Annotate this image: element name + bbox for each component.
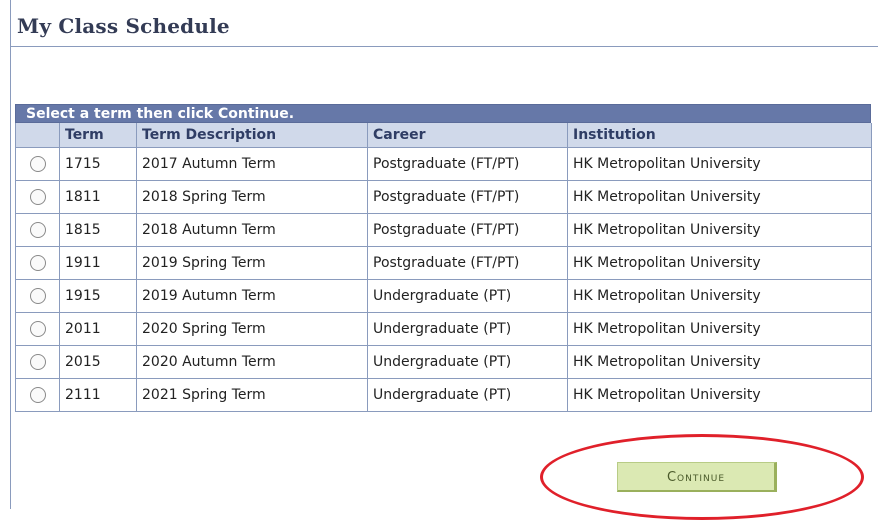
page-title: My Class Schedule <box>17 14 230 38</box>
table-row: 2015 2020 Autumn Term Undergraduate (PT) HK… <box>15 344 872 379</box>
institution-cell: HK Metropolitan University <box>567 377 872 412</box>
row-select-cell <box>15 179 60 214</box>
term-cell: 1811 <box>59 179 137 214</box>
institution-cell: HK Metropolitan University <box>567 344 872 379</box>
term-description-cell: 2020 Spring Term <box>136 311 368 346</box>
column-header-select <box>15 123 60 148</box>
term-radio-button[interactable] <box>29 386 46 403</box>
institution-cell: HK Metropolitan University <box>567 311 872 346</box>
term-description-cell: 2019 Autumn Term <box>136 278 368 313</box>
term-description-cell: 2019 Spring Term <box>136 245 368 280</box>
term-selection-grid: Select a term then click Continue. Term … <box>15 104 872 412</box>
table-row: 1715 2017 Autumn Term Postgraduate (FT/PT)… <box>15 146 872 181</box>
term-radio-button[interactable] <box>29 320 46 337</box>
column-header-term: Term <box>59 123 137 148</box>
institution-cell: HK Metropolitan University <box>567 179 872 214</box>
term-cell: 1911 <box>59 245 137 280</box>
grid-instruction: Select a term then click Continue. <box>15 104 871 123</box>
career-cell: Undergraduate (PT) <box>367 311 568 346</box>
term-description-cell: 2018 Autumn Term <box>136 212 368 247</box>
table-header-row: Term Term Description Career Institution <box>15 123 872 148</box>
institution-cell: HK Metropolitan University <box>567 278 872 313</box>
row-select-cell <box>15 344 60 379</box>
row-select-cell <box>15 377 60 412</box>
career-cell: Undergraduate (PT) <box>367 377 568 412</box>
table-row: 2011 2020 Spring Term Undergraduate (PT) HK… <box>15 311 872 346</box>
term-cell: 2111 <box>59 377 137 412</box>
term-radio-button[interactable] <box>29 188 46 205</box>
institution-cell: HK Metropolitan University <box>567 245 872 280</box>
column-header-term-description: Term Description <box>136 123 368 148</box>
title-divider <box>11 46 878 47</box>
table-row: 1915 2019 Autumn Term Undergraduate (PT) HK… <box>15 278 872 313</box>
institution-cell: HK Metropolitan University <box>567 212 872 247</box>
row-select-cell <box>15 245 60 280</box>
term-radio-button[interactable] <box>29 155 46 172</box>
institution-cell: HK Metropolitan University <box>567 146 872 181</box>
table-row: 1815 2018 Autumn Term Postgraduate (FT/PT)… <box>15 212 872 247</box>
term-radio-button[interactable] <box>29 254 46 271</box>
term-cell: 1815 <box>59 212 137 247</box>
table-row: 2111 2021 Spring Term Undergraduate (PT) HK… <box>15 377 872 412</box>
career-cell: Postgraduate (FT/PT) <box>367 212 568 247</box>
term-description-cell: 2017 Autumn Term <box>136 146 368 181</box>
term-radio-button[interactable] <box>29 221 46 238</box>
row-select-cell <box>15 278 60 313</box>
row-select-cell <box>15 212 60 247</box>
term-cell: 2011 <box>59 311 137 346</box>
term-cell: 1715 <box>59 146 137 181</box>
term-radio-button[interactable] <box>29 353 46 370</box>
left-border <box>10 0 11 509</box>
career-cell: Undergraduate (PT) <box>367 278 568 313</box>
table-row: 1911 2019 Spring Term Postgraduate (FT/PT)… <box>15 245 872 280</box>
career-cell: Undergraduate (PT) <box>367 344 568 379</box>
term-cell: 1915 <box>59 278 137 313</box>
term-table: Term Term Description Career Institution… <box>15 123 872 412</box>
term-description-cell: 2021 Spring Term <box>136 377 368 412</box>
row-select-cell <box>15 311 60 346</box>
term-description-cell: 2020 Autumn Term <box>136 344 368 379</box>
column-header-career: Career <box>367 123 568 148</box>
term-table-body: 1715 2017 Autumn Term Postgraduate (FT/PT)… <box>15 146 872 412</box>
term-description-cell: 2018 Spring Term <box>136 179 368 214</box>
table-row: 1811 2018 Spring Term Postgraduate (FT/PT)… <box>15 179 872 214</box>
continue-button[interactable]: Continue <box>617 462 777 492</box>
term-cell: 2015 <box>59 344 137 379</box>
term-radio-button[interactable] <box>29 287 46 304</box>
career-cell: Postgraduate (FT/PT) <box>367 146 568 181</box>
career-cell: Postgraduate (FT/PT) <box>367 245 568 280</box>
career-cell: Postgraduate (FT/PT) <box>367 179 568 214</box>
column-header-institution: Institution <box>567 123 872 148</box>
row-select-cell <box>15 146 60 181</box>
